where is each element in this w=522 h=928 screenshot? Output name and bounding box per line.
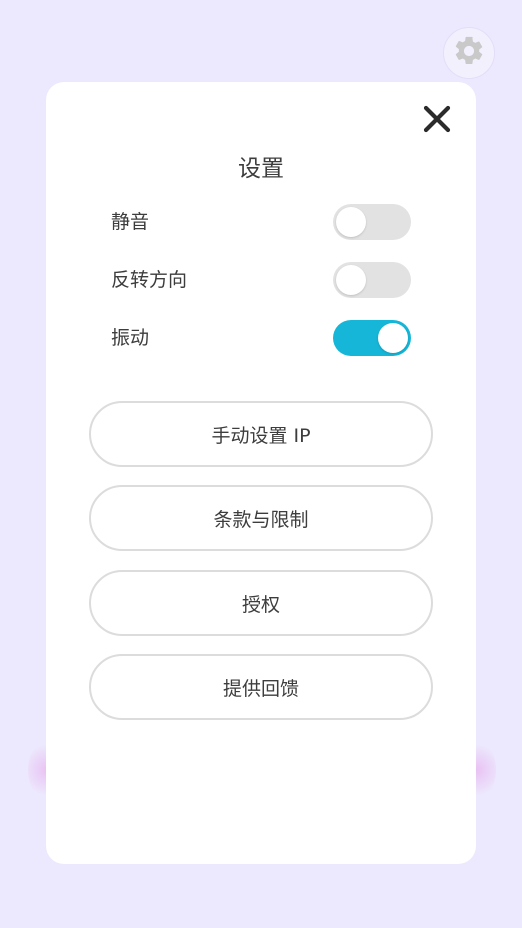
license-label: 授权 — [241, 593, 280, 616]
terms-label: 条款与限制 — [213, 508, 309, 531]
mute-toggle[interactable] — [333, 204, 411, 240]
manual-ip-button[interactable]: 手动设置 IP — [89, 401, 433, 467]
settings-button[interactable] — [443, 27, 495, 79]
toggle-row-vibration: 振动 — [111, 320, 411, 356]
reverse-direction-toggle[interactable] — [333, 262, 411, 298]
vibration-label: 振动 — [111, 327, 150, 349]
settings-title: 设置 — [238, 156, 284, 182]
close-button[interactable] — [418, 102, 456, 140]
terms-button[interactable]: 条款与限制 — [89, 485, 433, 551]
gear-icon — [452, 34, 486, 72]
vibration-toggle[interactable] — [333, 320, 411, 356]
close-icon — [422, 104, 452, 138]
toggle-row-reverse-direction: 反转方向 — [111, 262, 411, 298]
license-button[interactable]: 授权 — [89, 570, 433, 636]
feedback-label: 提供回馈 — [222, 677, 299, 700]
feedback-button[interactable]: 提供回馈 — [89, 654, 433, 720]
manual-ip-label: 手动设置 IP — [211, 424, 311, 447]
mute-label: 静音 — [111, 211, 150, 233]
toggle-knob — [378, 323, 408, 353]
reverse-direction-label: 反转方向 — [111, 269, 188, 291]
settings-panel: 设置 静音 反转方向 振动 手动设置 IP 条款与限制 授权 提供回馈 — [46, 82, 476, 864]
toggle-row-mute: 静音 — [111, 204, 411, 240]
toggle-knob — [336, 207, 366, 237]
toggle-knob — [336, 265, 366, 295]
